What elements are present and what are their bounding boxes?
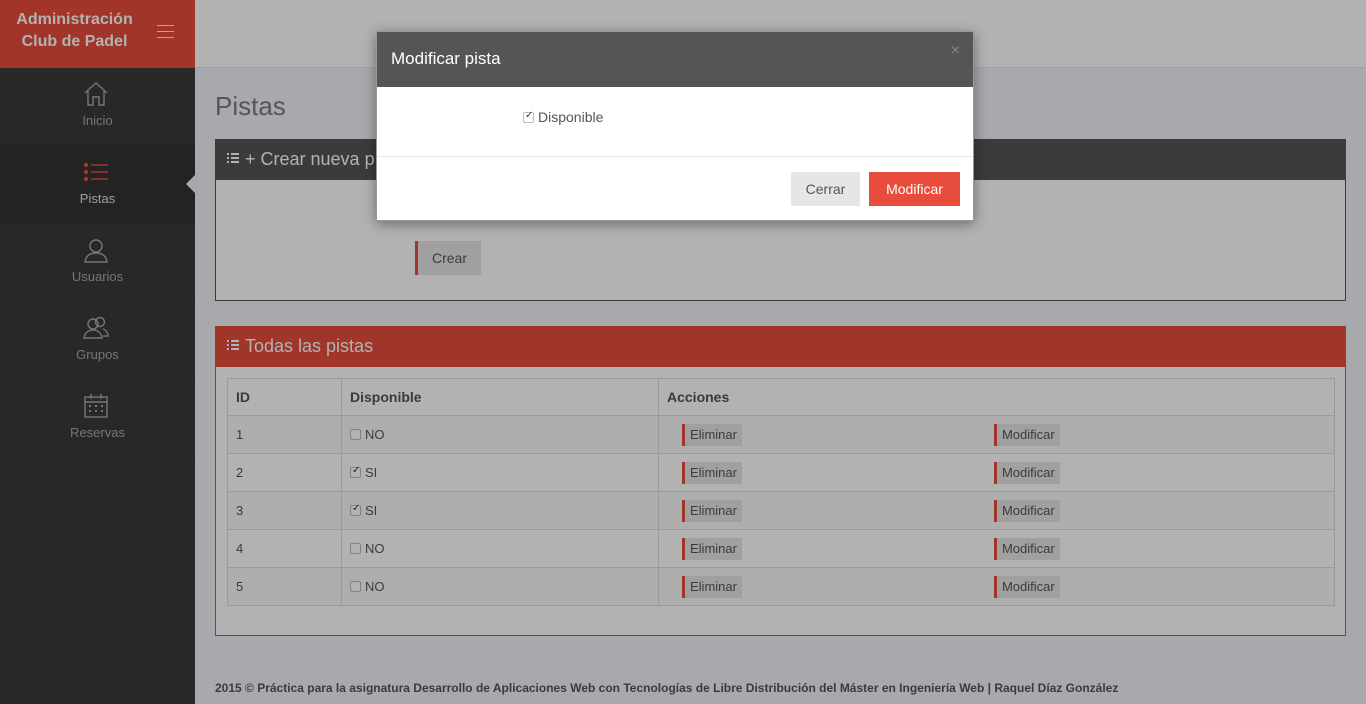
close-button[interactable]: Cerrar — [791, 172, 860, 206]
modal-header: Modificar pista × — [377, 32, 973, 87]
modal-title: Modificar pista — [391, 49, 501, 68]
modal-body: Disponible — [377, 87, 973, 157]
modal-footer: Cerrar Modificar — [377, 157, 973, 221]
modify-court-dialog: Modificar pista × Disponible Cerrar Modi… — [376, 31, 974, 221]
disponible-checkbox-field[interactable]: Disponible — [523, 109, 603, 125]
modify-button[interactable]: Modificar — [869, 172, 960, 206]
disponible-checkbox[interactable] — [523, 110, 534, 123]
disponible-checkbox-label: Disponible — [538, 109, 604, 125]
close-icon[interactable]: × — [951, 42, 960, 60]
